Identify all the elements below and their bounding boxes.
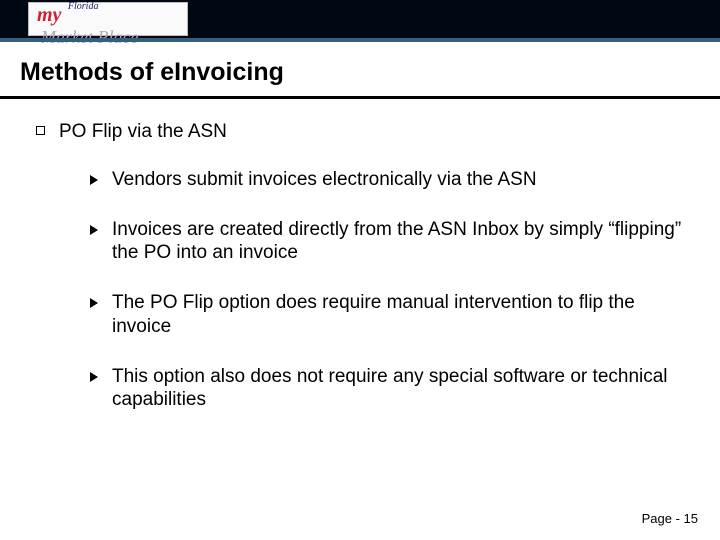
triangle-bullet-icon [90, 175, 98, 185]
slide-title: Methods of eInvoicing [20, 58, 284, 87]
logo: my Florida Market Place [28, 2, 188, 36]
page-number: Page - 15 [642, 511, 698, 526]
lvl2-text: This option also does not require any sp… [112, 365, 684, 413]
triangle-bullet-icon [90, 372, 98, 382]
sub-list: Vendors submit invoices electronically v… [36, 168, 684, 412]
header-underline [0, 38, 720, 42]
logo-my: my [37, 4, 61, 27]
triangle-bullet-icon [90, 225, 98, 235]
lvl2-text: Invoices are created directly from the A… [112, 218, 684, 266]
list-item: Vendors submit invoices electronically v… [90, 168, 684, 192]
list-item: PO Flip via the ASN [36, 120, 684, 144]
lvl1-text: PO Flip via the ASN [59, 120, 227, 144]
triangle-bullet-icon [90, 298, 98, 308]
list-item: The PO Flip option does require manual i… [90, 291, 684, 339]
lvl2-text: Vendors submit invoices electronically v… [112, 168, 684, 192]
slide-body: PO Flip via the ASN Vendors submit invoi… [36, 120, 684, 438]
square-bullet-icon [36, 126, 45, 135]
lvl2-text: The PO Flip option does require manual i… [112, 291, 684, 339]
list-item: Invoices are created directly from the A… [90, 218, 684, 266]
logo-florida: Florida [68, 1, 99, 12]
slide: my Florida Market Place Methods of eInvo… [0, 0, 720, 540]
list-item: This option also does not require any sp… [90, 365, 684, 413]
title-rule [0, 96, 720, 99]
